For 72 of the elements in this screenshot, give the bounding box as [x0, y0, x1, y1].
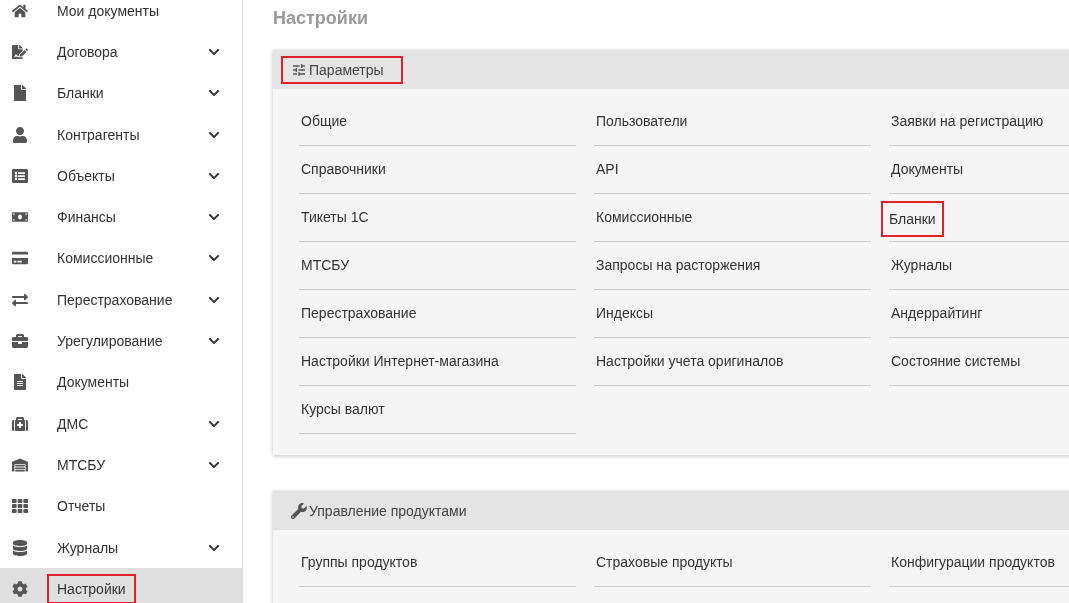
sidebar-label: Бланки — [57, 85, 105, 102]
sidebar-item[interactable]: Бланки — [0, 72, 242, 114]
file-icon — [12, 85, 28, 102]
arrows-icon — [12, 291, 28, 308]
sidebar-item[interactable]: Урегулирование — [0, 320, 242, 362]
settings-link[interactable]: Настройки учета оригиналов — [594, 351, 786, 371]
settings-link[interactable]: Заявки на регистрацию — [889, 111, 1046, 131]
settings-link[interactable]: Справочники — [299, 159, 388, 179]
sidebar-item[interactable]: Настройки — [0, 568, 242, 603]
sidebar-label: Финансы — [57, 209, 117, 226]
document-pen-icon — [12, 43, 28, 60]
sidebar-item[interactable]: Перестрахование — [0, 279, 242, 321]
settings-link[interactable]: Конфигурации продуктов — [889, 552, 1057, 572]
settings-link[interactable]: Андеррайтинг — [889, 303, 985, 323]
medical-kit-icon — [12, 415, 28, 432]
grid-icon — [12, 498, 28, 515]
sidebar-label: Мои документы — [57, 2, 160, 19]
credit-card-icon — [12, 250, 28, 267]
sidebar-item[interactable]: ДМС — [0, 402, 242, 445]
settings-link[interactable]: МТСБУ — [299, 255, 352, 275]
sidebar-label: Перестрахование — [57, 291, 174, 308]
settings-link[interactable]: Настройки Интернет-магазина — [299, 351, 501, 371]
sidebar-label: Комиссионные — [57, 250, 155, 267]
document-icon — [12, 374, 28, 391]
settings-link[interactable]: Общие — [299, 111, 350, 131]
wrench-icon — [291, 502, 307, 519]
list-icon — [12, 167, 28, 184]
settings-link[interactable]: Документы — [889, 159, 966, 179]
sidebar-item[interactable]: Журналы — [0, 526, 242, 569]
card-title: Управление продуктами — [309, 502, 467, 519]
sliders-icon — [291, 61, 307, 78]
sidebar-label: ДМС — [57, 415, 90, 432]
sidebar-label: Объекты — [57, 167, 116, 184]
sidebar-label: Договора — [57, 43, 119, 60]
chevron-down-icon — [208, 335, 220, 347]
settings-link[interactable]: Перестрахование — [299, 303, 419, 323]
settings-link[interactable]: Состояние системы — [889, 351, 1023, 371]
sidebar-item[interactable]: Документы — [0, 361, 242, 403]
sidebar-label: Журналы — [57, 539, 120, 556]
sidebar-item[interactable]: Финансы — [0, 196, 242, 238]
card-title: Параметры — [309, 61, 384, 78]
sidebar-label: МТСБУ — [57, 456, 107, 473]
sidebar-item[interactable]: Отчеты — [0, 485, 242, 527]
sidebar-item[interactable]: Комиссионные — [0, 237, 242, 280]
settings-link[interactable]: Пользователи — [594, 111, 690, 131]
settings-link[interactable]: Курсы валют — [299, 399, 387, 419]
settings-link[interactable]: Запросы на расторжения — [594, 255, 763, 275]
sidebar-label: Документы — [57, 374, 131, 391]
sidebar-label: Отчеты — [57, 498, 107, 515]
database-icon — [12, 539, 28, 556]
sidebar-label: Контрагенты — [57, 126, 141, 143]
settings-link[interactable]: Тикеты 1С — [299, 207, 371, 227]
sidebar-item[interactable]: Договора — [0, 31, 242, 73]
sidebar-item[interactable]: Мои документы — [0, 0, 242, 32]
settings-link[interactable]: Индексы — [594, 303, 656, 323]
page-title: Настройки — [273, 7, 369, 30]
settings-link[interactable]: API — [594, 159, 621, 179]
sidebar-label: Урегулирование — [57, 333, 164, 349]
settings-link[interactable]: Комиссионные — [594, 207, 695, 227]
sidebar-label: Настройки — [47, 573, 136, 603]
sidebar-item[interactable]: Контрагенты — [0, 113, 242, 156]
sidebar-item[interactable]: МТСБУ — [0, 444, 242, 486]
user-icon — [12, 126, 28, 143]
settings-link[interactable]: Страховые продукты — [594, 552, 735, 572]
settings-link[interactable]: Группы продуктов — [299, 552, 420, 572]
settings-icon — [12, 580, 28, 597]
briefcase-icon — [12, 333, 28, 349]
home-icon — [12, 2, 28, 19]
settings-link[interactable]: Журналы — [889, 255, 955, 275]
sidebar-item[interactable]: Объекты — [0, 155, 242, 197]
settings-link[interactable]: Бланки — [881, 201, 944, 237]
warehouse-icon — [12, 456, 28, 473]
